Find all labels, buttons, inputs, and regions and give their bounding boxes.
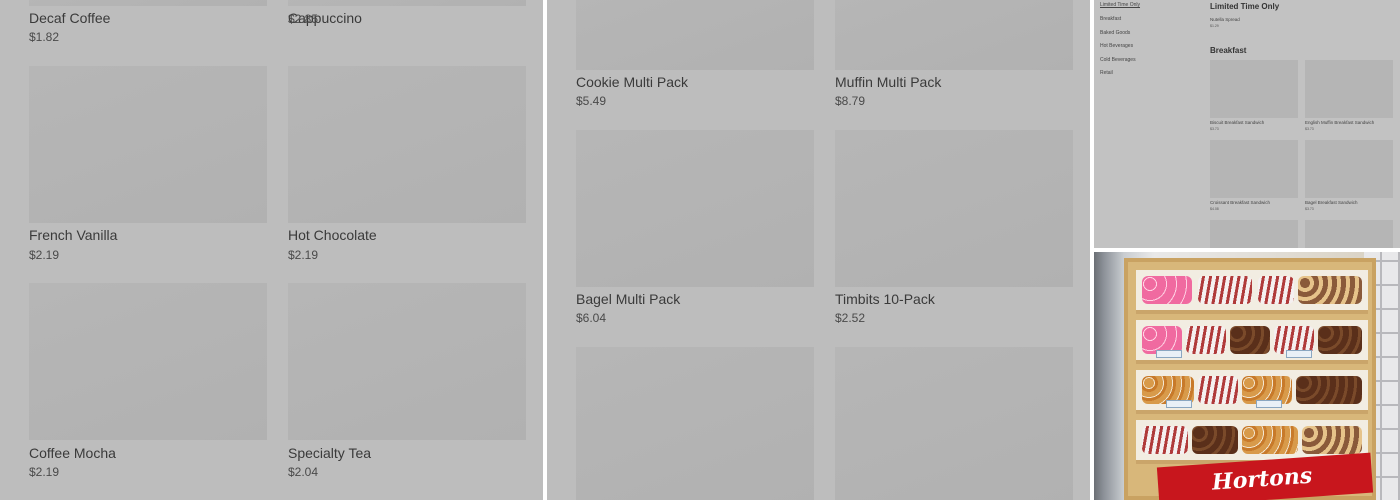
donut-tray	[1302, 426, 1362, 454]
item-image[interactable]	[835, 0, 1073, 70]
shelf	[1136, 270, 1368, 314]
item-price: $8.79	[835, 94, 866, 108]
item-image[interactable]	[1305, 60, 1393, 118]
item-image[interactable]	[1210, 140, 1298, 198]
item-image[interactable]	[288, 283, 526, 440]
item-price: $5.49	[576, 94, 607, 108]
item-image[interactable]	[1210, 60, 1298, 118]
item-name[interactable]: Decaf Coffee	[29, 10, 110, 26]
item-price: $6.04	[576, 311, 607, 325]
price-tag	[1286, 350, 1312, 358]
menu-panel-multi-packs: Cookie Multi Pack $5.49 Muffin Multi Pac…	[547, 0, 1090, 500]
donut-tray	[1142, 426, 1188, 454]
donut-tray	[1296, 376, 1362, 404]
item-name[interactable]: Croissant Breakfast Sandwich	[1210, 200, 1270, 205]
donut-tray	[1192, 426, 1238, 454]
item-name[interactable]: Timbits 10-Pack	[835, 291, 935, 307]
item-price: $3.73	[1305, 207, 1314, 211]
item-name[interactable]: Nutella Spread	[1210, 17, 1240, 22]
brand-text: Hortons	[1211, 462, 1314, 496]
item-price: $2.52	[835, 311, 866, 325]
item-name[interactable]: English Muffin Breakfast Sandwich	[1305, 120, 1374, 125]
price-tag	[1156, 350, 1182, 358]
menu-panel-hot-beverages: Decaf Coffee $1.82 Cappuccino $2.85 Fren…	[0, 0, 543, 500]
section-title: Limited Time Only	[1210, 2, 1280, 11]
donut-tray	[1186, 326, 1226, 354]
item-image[interactable]	[288, 0, 526, 6]
item-price: $3.73	[1210, 127, 1219, 131]
item-name[interactable]: Biscuit Breakfast Sandwich	[1210, 120, 1264, 125]
item-image[interactable]	[576, 130, 814, 287]
section-title: Breakfast	[1210, 46, 1247, 55]
sidebar-item-hot-beverages[interactable]: Hot Beverages	[1100, 43, 1133, 49]
menu-page-overview: Limited Time Only Breakfast Baked Goods …	[1094, 0, 1400, 248]
item-image[interactable]	[29, 0, 267, 6]
item-image[interactable]	[576, 347, 814, 500]
price-tag	[1166, 400, 1192, 408]
item-price: $1.29	[1210, 24, 1219, 28]
item-image[interactable]	[835, 130, 1073, 287]
item-price: $2.04	[288, 465, 319, 479]
item-image[interactable]	[835, 347, 1073, 500]
donut-tray	[1242, 426, 1298, 454]
donut-tray	[1298, 276, 1362, 304]
item-price: $2.19	[29, 248, 60, 262]
donut-tray	[1198, 276, 1252, 304]
donut-tray	[1258, 276, 1294, 304]
shelf	[1136, 320, 1368, 364]
sidebar-item-breakfast[interactable]: Breakfast	[1100, 16, 1121, 22]
item-price: $2.19	[288, 248, 319, 262]
item-price: $2.85	[288, 12, 319, 26]
donut-tray	[1198, 376, 1238, 404]
donut-tray	[1142, 276, 1192, 304]
item-image[interactable]	[29, 283, 267, 440]
item-price: $2.19	[29, 465, 60, 479]
item-name[interactable]: French Vanilla	[29, 227, 117, 243]
item-name[interactable]: Muffin Multi Pack	[835, 74, 941, 90]
item-image[interactable]	[288, 66, 526, 223]
item-name[interactable]: Coffee Mocha	[29, 445, 116, 461]
item-price: $3.73	[1305, 127, 1314, 131]
item-image[interactable]	[576, 0, 814, 70]
sidebar-item-baked-goods[interactable]: Baked Goods	[1100, 30, 1130, 36]
sidebar-item-cold-beverages[interactable]: Cold Beverages	[1100, 57, 1136, 63]
donut-tray	[1318, 326, 1362, 354]
donut-display-photo: Hortons	[1094, 252, 1400, 500]
item-name[interactable]: Bagel Breakfast Sandwich	[1305, 200, 1358, 205]
item-name[interactable]: Bagel Multi Pack	[576, 291, 680, 307]
sidebar-item-limited-time-only[interactable]: Limited Time Only	[1100, 2, 1140, 8]
item-image[interactable]	[1305, 220, 1393, 248]
donut-tray	[1230, 326, 1270, 354]
item-name[interactable]: Cookie Multi Pack	[576, 74, 688, 90]
item-name[interactable]: Specialty Tea	[288, 445, 371, 461]
shelf	[1136, 370, 1368, 414]
price-tag	[1256, 400, 1282, 408]
item-image[interactable]	[29, 66, 267, 223]
item-price: $4.08	[1210, 207, 1219, 211]
sidebar-item-retail[interactable]: Retail	[1100, 70, 1113, 76]
item-name[interactable]: Hot Chocolate	[288, 227, 377, 243]
item-price: $1.82	[29, 30, 60, 44]
item-image[interactable]	[1305, 140, 1393, 198]
item-image[interactable]	[1210, 220, 1298, 248]
